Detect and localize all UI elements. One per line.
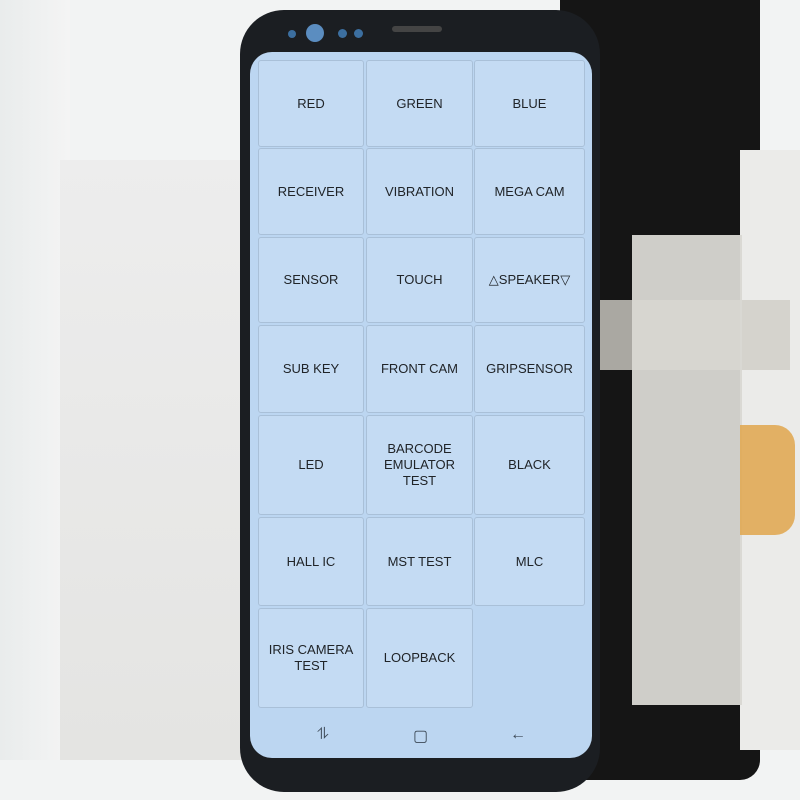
test-menu-item[interactable]: HALL IC xyxy=(258,517,364,606)
test-menu-item[interactable]: VIBRATION xyxy=(366,148,473,235)
test-menu-item-label: MLC xyxy=(515,553,544,569)
test-menu-item-label: BLUE xyxy=(512,95,547,111)
earpiece-speaker xyxy=(392,26,442,32)
test-menu-item-label: RECEIVER xyxy=(277,183,345,199)
test-menu-item[interactable]: SENSOR xyxy=(258,237,364,323)
test-menu-item[interactable]: RED xyxy=(258,60,364,147)
test-menu-item-label: FRONT CAM xyxy=(380,361,459,376)
proximity-sensor-icon xyxy=(354,29,363,38)
test-menu-item-label: BLACK xyxy=(508,457,551,472)
test-menu-item-label: TOUCH xyxy=(396,272,443,287)
test-menu-item-label: GRIPSENSOR xyxy=(486,361,573,376)
test-menu-item-label: SUB KEY xyxy=(282,361,340,376)
test-menu-item-label: △SPEAKER▽ xyxy=(488,272,571,287)
home-button[interactable]: ▢ xyxy=(413,726,428,746)
test-menu-item[interactable]: LOOPBACK xyxy=(366,608,473,708)
back-button[interactable]: ← xyxy=(510,726,526,744)
recents-button[interactable]: ⥮ xyxy=(317,726,329,744)
test-menu-item[interactable]: BLACK xyxy=(474,415,585,515)
test-menu-item-label: IRIS CAMERA TEST xyxy=(268,642,354,673)
test-menu-item[interactable]: MST TEST xyxy=(366,517,473,606)
test-menu-item-label: HALL IC xyxy=(286,553,336,569)
test-menu-item-label: RED xyxy=(297,95,325,111)
test-menu-item[interactable]: GRIPSENSOR xyxy=(474,325,585,413)
iris-sensor-icon xyxy=(338,29,347,38)
test-menu-item[interactable]: BARCODE EMULATOR TEST xyxy=(366,415,473,515)
test-menu-item[interactable]: △SPEAKER▽ xyxy=(474,237,585,323)
test-menu-item-label: MEGA CAM xyxy=(494,183,565,199)
sensor-icon xyxy=(288,30,296,38)
front-camera-icon xyxy=(306,24,324,42)
test-menu-item[interactable]: SUB KEY xyxy=(258,325,364,413)
test-menu-item[interactable]: MEGA CAM xyxy=(474,148,585,235)
test-menu-item-label: BARCODE EMULATOR TEST xyxy=(383,441,456,488)
background-foam-block xyxy=(60,160,260,760)
test-menu-item[interactable]: LED xyxy=(258,415,364,515)
test-menu-item-label: LOOPBACK xyxy=(383,650,456,665)
test-menu-item-label: GREEN xyxy=(396,95,443,111)
test-menu-item-label: LED xyxy=(298,457,324,472)
test-menu-item[interactable]: IRIS CAMERA TEST xyxy=(258,608,364,708)
flex-cable xyxy=(740,425,795,535)
test-menu-item-label: SENSOR xyxy=(283,272,339,287)
test-menu-item[interactable]: FRONT CAM xyxy=(366,325,473,413)
test-menu-item[interactable]: MLC xyxy=(474,517,585,606)
test-menu-item[interactable]: BLUE xyxy=(474,60,585,147)
test-menu-item-label: VIBRATION xyxy=(384,183,455,199)
test-menu-item[interactable]: GREEN xyxy=(366,60,473,147)
tape-vertical xyxy=(632,235,742,705)
test-menu-item[interactable]: TOUCH xyxy=(366,237,473,323)
test-menu-item[interactable]: RECEIVER xyxy=(258,148,364,235)
test-menu-item-label: MST TEST xyxy=(387,553,452,569)
